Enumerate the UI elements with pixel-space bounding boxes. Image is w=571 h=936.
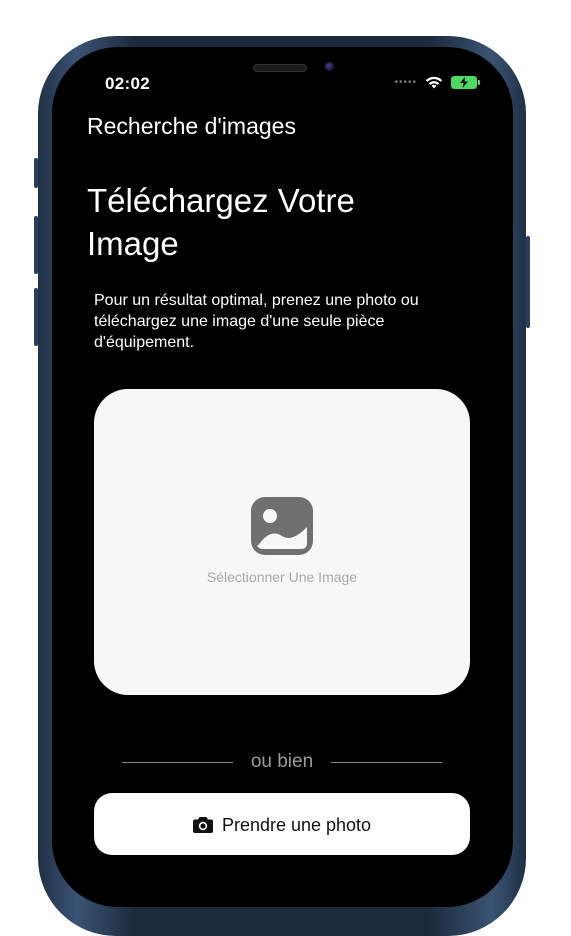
divider-text: ou bien [250, 751, 314, 772]
take-photo-label: Prendre une photo [221, 815, 372, 835]
image-placeholder-icon [251, 497, 313, 555]
divider-line-left [122, 761, 233, 763]
app-screen: 02:02 ••••• Recherche d'images Télécharg… [52, 47, 513, 907]
volume-down-button [34, 288, 38, 346]
lightning-bolt-icon [460, 77, 468, 88]
silent-switch [34, 158, 38, 188]
divider-line-right [331, 761, 442, 763]
header-title: Recherche d'images [87, 113, 296, 139]
status-indicators: ••••• [394, 76, 480, 89]
description-text: Pour un résultat optimal, prenez une pho… [94, 292, 419, 351]
wifi-icon [425, 76, 443, 89]
or-divider: ou bien [122, 751, 442, 773]
status-time: 02:02 [105, 74, 150, 93]
notch [164, 47, 392, 95]
camera-icon [192, 817, 213, 833]
battery-charging-icon [451, 76, 480, 89]
power-button [526, 236, 530, 328]
take-photo-button[interactable]: Prendre une photo [94, 793, 470, 855]
select-image-card[interactable]: Sélectionner Une Image [94, 389, 470, 695]
earpiece-speaker [253, 64, 307, 72]
signal-dots-icon: ••••• [394, 77, 417, 88]
page-heading: Téléchargez Votre Image [87, 182, 355, 262]
front-camera [325, 62, 334, 71]
select-image-label: Sélectionner Une Image [206, 569, 358, 585]
volume-up-button [34, 216, 38, 274]
